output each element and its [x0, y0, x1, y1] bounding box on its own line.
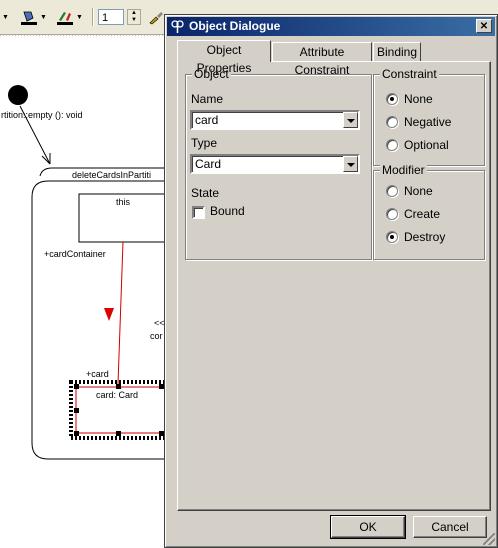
modifier-destroy-radio[interactable]: Destroy — [386, 229, 445, 245]
stereotype-label-cont: cor — [150, 331, 163, 341]
selection-handle[interactable] — [74, 408, 79, 413]
transition-arrowhead — [41, 153, 51, 165]
close-icon: ✕ — [479, 21, 489, 32]
radio-selected-icon — [386, 93, 398, 105]
resize-grip-icon[interactable] — [483, 533, 495, 545]
line-color-button[interactable]: ▼ — [56, 8, 83, 26]
radio-label: Optional — [404, 138, 449, 152]
radio-label: None — [404, 184, 433, 198]
constraint-negative-radio[interactable]: Negative — [386, 114, 451, 130]
radio-icon — [386, 185, 398, 197]
app-icon — [171, 20, 184, 33]
constraint-optional-radio[interactable]: Optional — [386, 137, 449, 153]
chevron-down-icon[interactable] — [343, 112, 358, 128]
line-color-icon — [57, 12, 73, 25]
tab-binding[interactable]: Binding — [373, 42, 421, 62]
modifier-create-radio[interactable]: Create — [386, 206, 440, 222]
transition-label: rtition::empty (): void — [1, 110, 83, 120]
type-label: Type — [191, 136, 218, 150]
close-button[interactable]: ✕ — [476, 19, 492, 33]
modifier-none-radio[interactable]: None — [386, 183, 433, 199]
radio-label: Negative — [404, 115, 452, 129]
this-object-label: this — [116, 197, 131, 207]
radio-icon — [386, 208, 398, 220]
activity-title: deleteCardsInPartiti — [72, 170, 152, 180]
line-width-spinner[interactable]: ▲ ▼ — [127, 9, 141, 25]
name-combobox[interactable]: card — [190, 110, 360, 130]
bound-checkbox[interactable] — [192, 206, 205, 219]
tab-label: Binding — [376, 45, 418, 59]
format-brush-button[interactable] — [148, 8, 164, 26]
ok-button[interactable]: OK — [330, 515, 406, 539]
stereotype-label: << — [154, 318, 165, 328]
cancel-button[interactable]: Cancel — [413, 516, 487, 538]
radio-label: None — [404, 92, 433, 106]
constraint-none-radio[interactable]: None — [386, 91, 433, 107]
bound-label: Bound — [210, 204, 245, 218]
selection-handle[interactable] — [116, 384, 121, 389]
dialog-title: Object Dialogue — [189, 19, 281, 33]
dialog-titlebar[interactable]: Object Dialogue ✕ — [167, 17, 495, 36]
tab-attribute-constraint[interactable]: Attribute Constraint — [272, 42, 372, 77]
selection-handle[interactable] — [74, 384, 79, 389]
link-line[interactable] — [117, 241, 124, 385]
fill-color-icon — [21, 11, 37, 25]
state-label: State — [191, 186, 220, 200]
chevron-down-icon[interactable] — [343, 156, 358, 172]
format-brush-icon — [149, 12, 163, 25]
radio-icon — [386, 116, 398, 128]
constraint-group-label: Constraint — [380, 67, 439, 81]
card-object-label: card: Card — [96, 390, 139, 400]
modifier-group: Modifier None Create Destroy — [373, 163, 485, 260]
toolbar-dropdown[interactable]: ▼ — [0, 8, 9, 26]
tab-label: Object Properties — [196, 43, 252, 75]
radio-label: Destroy — [404, 230, 446, 244]
chevron-down-icon: ▼ — [40, 13, 47, 21]
object-dialog: Object Dialogue ✕ Object Properties Attr… — [164, 14, 498, 548]
selection-handle[interactable] — [74, 431, 79, 436]
fill-color-button[interactable]: ▼ — [20, 8, 47, 26]
chevron-down-icon: ▼ — [76, 13, 83, 21]
card-role-label: +card — [86, 369, 109, 379]
line-width-input[interactable]: 1 — [98, 9, 124, 25]
tab-panel-object-properties: Object Name card Type Card State Bound C… — [177, 61, 491, 511]
link-direction-arrow — [104, 308, 114, 321]
initial-state-node[interactable] — [8, 85, 28, 105]
radio-selected-icon — [386, 231, 398, 243]
modifier-group-label: Modifier — [380, 163, 427, 177]
tab-object-properties[interactable]: Object Properties — [177, 40, 271, 75]
radio-icon — [386, 139, 398, 151]
type-combobox[interactable]: Card — [190, 154, 360, 174]
link-role-label: +cardContainer — [44, 249, 106, 259]
object-group: Object Name card Type Card State Bound — [185, 67, 372, 260]
name-value: card — [195, 113, 219, 127]
chevron-down-icon: ▼ — [2, 13, 9, 21]
name-label: Name — [191, 92, 224, 106]
type-value: Card — [195, 157, 222, 171]
radio-label: Create — [404, 207, 441, 221]
selection-handle[interactable] — [116, 431, 121, 436]
constraint-group: Constraint None Negative Optional — [373, 67, 485, 166]
